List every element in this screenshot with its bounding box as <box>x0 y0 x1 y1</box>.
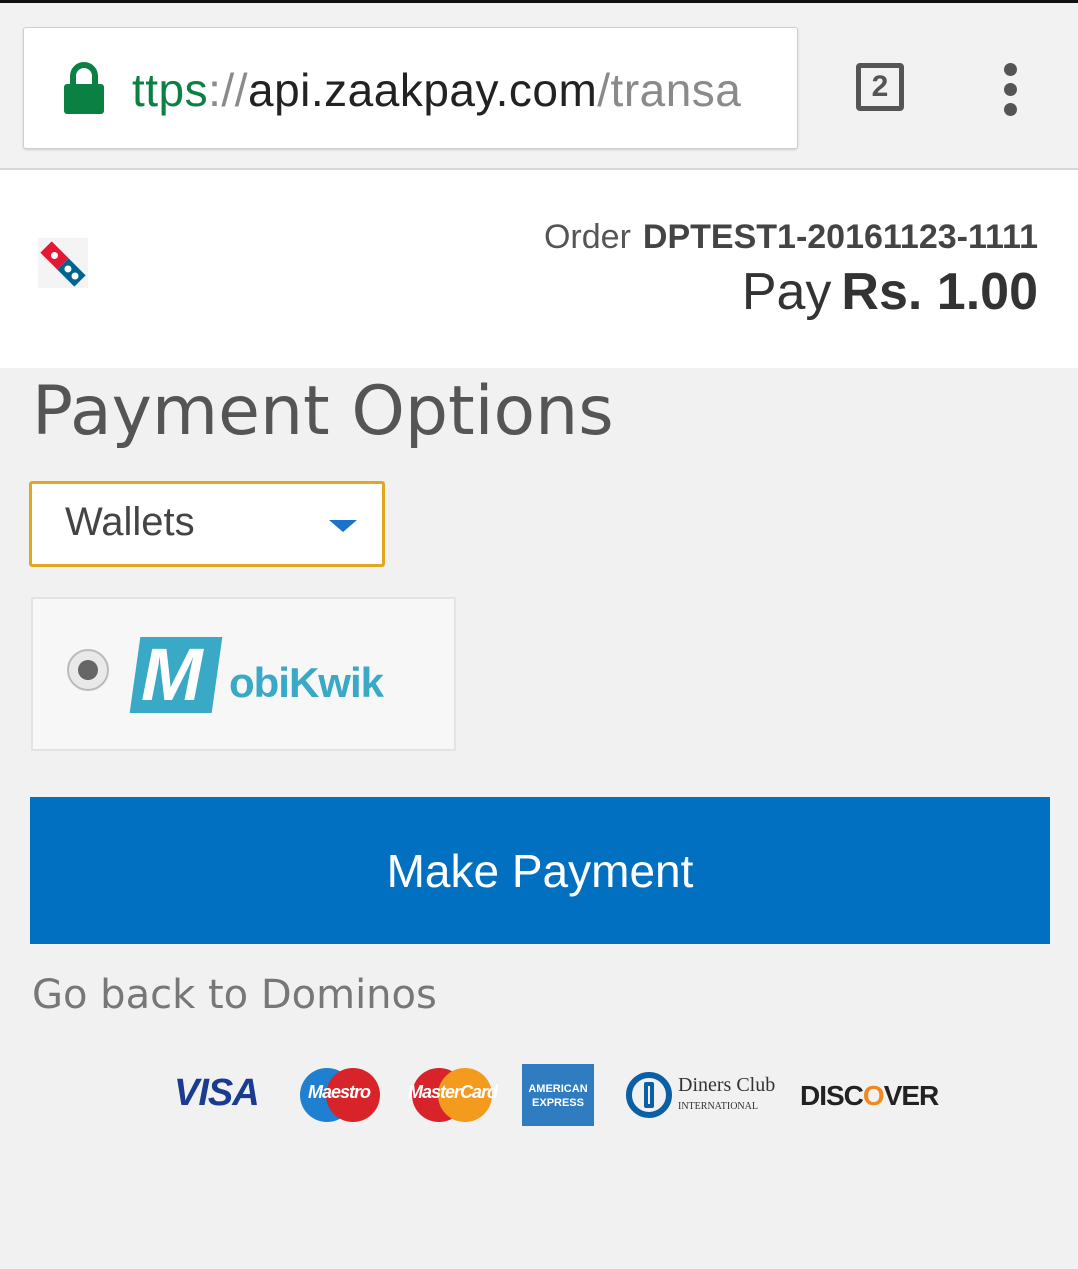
discover-text-o: O <box>862 1080 885 1111</box>
merchant-header: Order DPTEST1-20161123-1111 Pay Rs. 1.00 <box>0 170 1078 368</box>
make-payment-button[interactable]: Make Payment <box>30 797 1050 944</box>
diners-line2: INTERNATIONAL <box>678 1101 758 1112</box>
url-text: ttps://api.zaakpay.com/transa <box>132 62 741 118</box>
pay-label: Pay <box>741 263 832 321</box>
overflow-menu-icon[interactable] <box>996 61 1026 117</box>
maestro-label: Maestro <box>307 1082 371 1102</box>
visa-logo: VISA <box>174 1072 260 1114</box>
discover-text-b: VER <box>883 1080 940 1111</box>
tab-switcher-button[interactable]: 2 <box>856 63 904 111</box>
url-path: /transa <box>597 64 742 116</box>
pay-line: Pay Rs. 1.00 <box>742 262 1038 322</box>
diners-mark <box>626 1072 672 1118</box>
mobikwik-mark-letter: M <box>141 633 203 716</box>
lock-icon <box>64 62 104 114</box>
mobikwik-wordmark: obiKwik <box>229 659 384 706</box>
mastercard-label: MasterCard <box>408 1082 498 1102</box>
wallet-radio[interactable] <box>67 649 109 691</box>
dominos-logo <box>38 238 88 288</box>
discover-text-a: DISC <box>800 1080 864 1111</box>
url-separator: :// <box>208 64 248 116</box>
pay-amount: Rs. 1.00 <box>841 263 1038 321</box>
diners-line1: Diners Club <box>678 1074 776 1096</box>
mastercard-logo: MasterCard <box>408 1060 498 1130</box>
chevron-down-icon <box>329 520 357 532</box>
discover-logo: DISCOVER <box>800 1080 940 1150</box>
diners-wordmark: Diners Club INTERNATIONAL <box>678 1074 776 1116</box>
payment-method-value: Wallets <box>65 500 195 544</box>
amex-logo: AMERICAN EXPRESS <box>522 1064 594 1126</box>
order-id: DPTEST1-20161123-1111 <box>642 218 1038 256</box>
payment-method-select[interactable]: Wallets <box>29 481 385 567</box>
diners-club-logo: Diners Club INTERNATIONAL <box>626 1072 776 1122</box>
order-label: Order <box>543 218 631 256</box>
page-title: Payment Options <box>32 372 614 451</box>
wallet-option-mobikwik[interactable]: M obiKwik <box>31 597 456 751</box>
url-scheme: ttps <box>132 64 209 116</box>
mobikwik-logo: M obiKwik <box>129 633 397 716</box>
go-back-link[interactable]: Go back to Dominos <box>32 972 437 1018</box>
maestro-logo: Maestro <box>296 1060 382 1130</box>
browser-toolbar: ttps://api.zaakpay.com/transa 2 <box>0 0 1078 170</box>
card-logos: VISA Maestro MasterCard AMERICAN EXPRESS… <box>170 1060 940 1130</box>
order-line: Order DPTEST1-20161123-1111 <box>544 218 1038 257</box>
address-bar[interactable]: ttps://api.zaakpay.com/transa <box>23 27 798 149</box>
url-host: api.zaakpay.com <box>248 64 598 116</box>
